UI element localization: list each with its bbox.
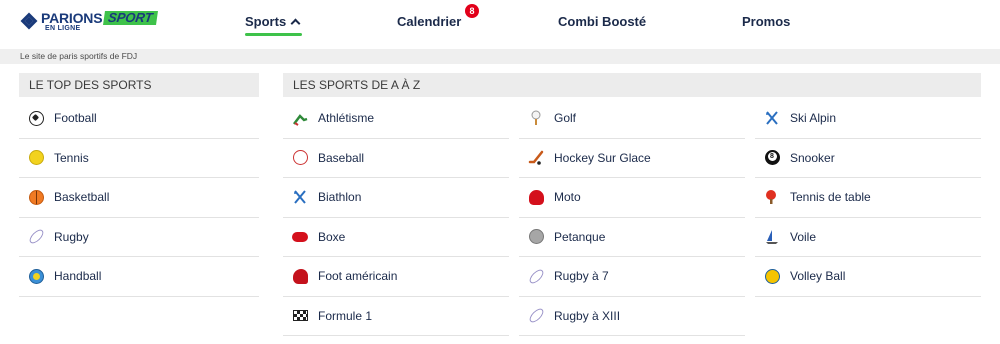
sport-label: Tennis de table — [790, 190, 871, 205]
sport-label: Snooker — [790, 150, 835, 165]
sport-label: Tennis — [54, 150, 89, 165]
top-header: PARIONS SPORT EN LIGNE Sports Calendrier… — [0, 0, 1000, 46]
sport-item-foot-americain[interactable]: Foot américain — [283, 257, 509, 297]
petanque-ball-icon — [527, 228, 545, 246]
baseball-icon — [291, 149, 309, 167]
sport-item-rugby[interactable]: Rugby — [19, 218, 259, 257]
nav-calendrier-label: Calendrier — [397, 14, 462, 29]
biathlon-icon — [291, 188, 309, 206]
ski-icon — [763, 109, 781, 127]
golf-icon — [527, 109, 545, 127]
az-sports-column-3: Ski Alpin Snooker Tennis de table Voile … — [755, 99, 981, 297]
sport-label: Rugby à 7 — [554, 269, 609, 284]
sport-label: Volley Ball — [790, 269, 846, 284]
sport-label: Biathlon — [318, 190, 362, 205]
logo-diamond-icon — [20, 12, 38, 30]
football-helmet-icon — [291, 267, 309, 285]
snooker-ball-icon — [763, 149, 781, 167]
sport-item-football[interactable]: Football — [19, 99, 259, 139]
football-icon — [27, 109, 45, 127]
calendrier-count-badge: 8 — [465, 4, 479, 18]
sport-item-rugby-7[interactable]: Rugby à 7 — [519, 257, 745, 297]
motorcycle-helmet-icon — [527, 188, 545, 206]
sport-label: Voile — [790, 229, 817, 244]
ping-pong-icon — [763, 188, 781, 206]
basketball-icon — [27, 188, 45, 206]
sailboat-icon — [763, 228, 781, 246]
nav-combi-booste[interactable]: Combi Boosté — [558, 14, 646, 29]
sport-item-snooker[interactable]: Snooker — [755, 139, 981, 178]
parions-sport-logo[interactable]: PARIONS SPORT EN LIGNE — [20, 9, 158, 36]
sport-item-boxe[interactable]: Boxe — [283, 218, 509, 257]
sport-label: Athlétisme — [318, 111, 375, 126]
sport-label: Boxe — [318, 229, 346, 244]
sport-label: Football — [54, 111, 97, 126]
logo-subtitle: EN LIGNE — [45, 25, 81, 32]
az-sports-column-1: Athlétisme Baseball Biathlon Boxe Foot a… — [283, 99, 509, 336]
nav-sports-label: Sports — [245, 14, 287, 29]
sport-label: Petanque — [554, 229, 606, 244]
sport-item-athletisme[interactable]: Athlétisme — [283, 99, 509, 139]
sport-item-golf[interactable]: Golf — [519, 99, 745, 139]
volleyball-icon — [763, 267, 781, 285]
sport-item-biathlon[interactable]: Biathlon — [283, 178, 509, 218]
sport-label: Handball — [54, 269, 102, 284]
boxing-glove-icon — [291, 228, 309, 246]
sport-label: Golf — [554, 111, 577, 126]
nav-promos-label: Promos — [742, 14, 791, 29]
sport-item-ski-alpin[interactable]: Ski Alpin — [755, 99, 981, 139]
active-nav-indicator — [245, 33, 302, 36]
logo-brand-text: PARIONS — [41, 9, 103, 26]
sport-item-handball[interactable]: Handball — [19, 257, 259, 297]
fdj-subbar: Le site de paris sportifs de FDJ — [0, 49, 1000, 64]
sport-item-rugby-xiii[interactable]: Rugby à XIII — [519, 297, 745, 336]
sport-item-volley-ball[interactable]: Volley Ball — [755, 257, 981, 297]
nav-calendrier[interactable]: Calendrier — [397, 14, 461, 29]
nav-sports[interactable]: Sports — [245, 14, 301, 29]
sport-item-formule-1[interactable]: Formule 1 — [283, 297, 509, 336]
sport-item-petanque[interactable]: Petanque — [519, 218, 745, 257]
nav-combi-label: Combi Boosté — [558, 14, 647, 29]
rugby-ball-icon — [26, 227, 46, 246]
tennis-ball-icon — [27, 149, 45, 167]
az-sports-column-2: Golf Hockey Sur Glace Moto Petanque Rugb… — [519, 99, 745, 336]
sport-item-tennis[interactable]: Tennis — [19, 139, 259, 178]
sport-item-hockey[interactable]: Hockey Sur Glace — [519, 139, 745, 178]
sport-item-tennis-de-table[interactable]: Tennis de table — [755, 178, 981, 218]
sport-label: Rugby à XIII — [554, 308, 621, 323]
handball-icon — [27, 267, 45, 285]
az-sports-heading: LES SPORTS DE A À Z — [283, 73, 981, 97]
checkered-flag-icon — [291, 307, 309, 325]
sport-label: Foot américain — [318, 269, 398, 284]
athletics-icon — [291, 109, 309, 127]
sport-item-moto[interactable]: Moto — [519, 178, 745, 218]
logo-sport-text: SPORT — [103, 10, 158, 25]
nav-promos[interactable]: Promos — [742, 14, 790, 29]
sport-label: Rugby — [54, 229, 89, 244]
sport-item-voile[interactable]: Voile — [755, 218, 981, 257]
sport-label: Basketball — [54, 190, 110, 205]
rugby-thirteen-icon — [526, 306, 546, 325]
subbar-text: Le site de paris sportifs de FDJ — [20, 51, 138, 61]
sport-label: Moto — [554, 190, 581, 205]
rugby-seven-icon — [526, 267, 546, 286]
sport-label: Baseball — [318, 150, 365, 165]
hockey-stick-icon — [527, 149, 545, 167]
top-sports-heading: LE TOP DES SPORTS — [19, 73, 259, 97]
sport-label: Hockey Sur Glace — [554, 150, 651, 165]
top-sports-list: Football Tennis Basketball Rugby Handbal… — [19, 99, 259, 297]
sport-label: Ski Alpin — [790, 111, 837, 126]
sport-label: Formule 1 — [318, 308, 373, 323]
chevron-up-icon — [290, 18, 301, 29]
sport-item-baseball[interactable]: Baseball — [283, 139, 509, 178]
sport-item-basketball[interactable]: Basketball — [19, 178, 259, 218]
